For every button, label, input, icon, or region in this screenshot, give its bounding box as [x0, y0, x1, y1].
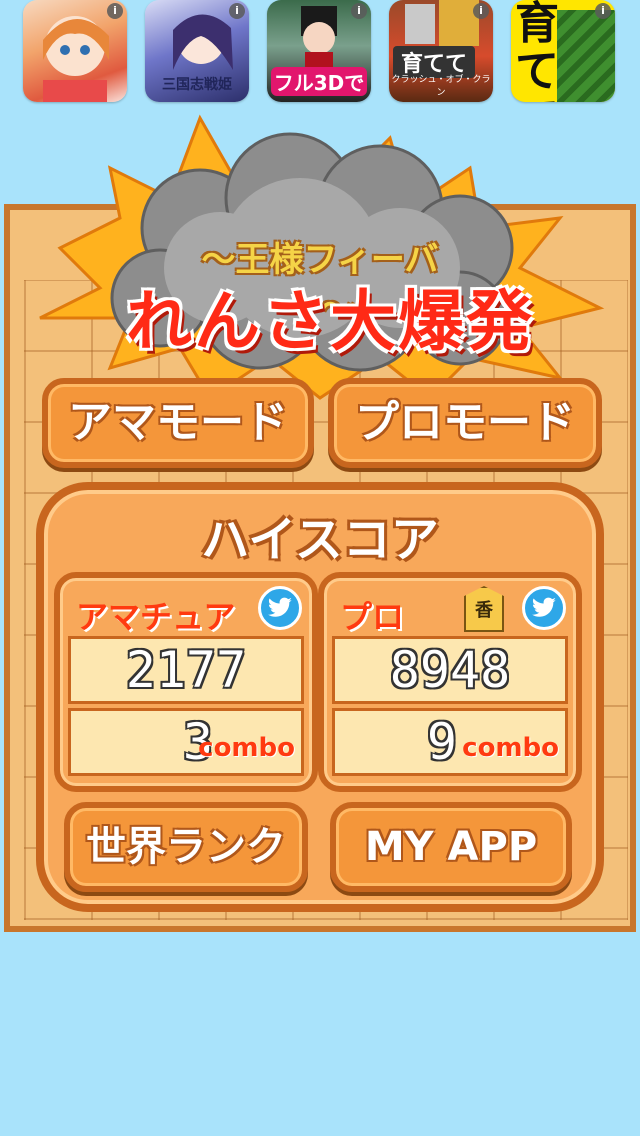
amateur-score: 2177: [125, 641, 247, 699]
field-illustration: [557, 10, 615, 102]
info-icon[interactable]: i: [229, 3, 245, 19]
my-app-button[interactable]: MY APP: [330, 802, 572, 892]
ad-app-icon-2[interactable]: 三国志戦姫 i: [145, 0, 249, 102]
combo-label: combo: [198, 733, 295, 763]
twitter-share-icon[interactable]: [258, 586, 302, 630]
ad-label-3: フル3Dで: [271, 67, 367, 96]
game-title: れんさ大爆発: [126, 282, 534, 360]
info-icon[interactable]: i: [351, 3, 367, 19]
amateur-score-card: アマチュア 2177 3 combo: [54, 572, 318, 792]
world-rank-button[interactable]: 世界ランク: [64, 802, 308, 892]
pro-label: プロ: [340, 598, 405, 636]
amateur-combo-cell: 3 combo: [68, 708, 304, 776]
ad-sublabel-4: クラッシュ・オブ・クラン: [391, 75, 491, 98]
combo-label: combo: [462, 733, 559, 763]
ad-banner: i 三国志戦姫 i フル3Dで i 育てて クラッシュ・オブ・クラン i 育てて…: [0, 0, 640, 112]
pro-mode-button[interactable]: プロモード: [328, 378, 602, 468]
shogi-piece-icon: 香: [464, 586, 504, 632]
ad-app-icon-1[interactable]: i: [23, 0, 127, 102]
pro-score: 8948: [389, 641, 511, 699]
ad-app-icon-3[interactable]: フル3Dで i: [267, 0, 371, 102]
ad-app-icon-4[interactable]: 育てて クラッシュ・オブ・クラン i: [389, 0, 493, 102]
highscore-title: ハイスコア: [201, 512, 439, 568]
info-icon[interactable]: i: [473, 3, 489, 19]
pro-score-card: プロ 香 8948 9 combo: [318, 572, 582, 792]
amateur-mode-button[interactable]: アマモード: [42, 378, 314, 468]
amateur-score-cell: 2177: [68, 636, 304, 704]
twitter-share-icon[interactable]: [522, 586, 566, 630]
twitter-bird-icon: [531, 597, 556, 617]
info-icon[interactable]: i: [595, 3, 611, 19]
pro-combo: 9: [426, 713, 457, 771]
twitter-bird-icon: [267, 597, 292, 617]
ad-label-5: 育てて: [515, 0, 559, 102]
info-icon[interactable]: i: [107, 3, 123, 19]
ad-label-2: 三国志戦姫: [162, 77, 232, 93]
pro-combo-cell: 9 combo: [332, 708, 568, 776]
ad-app-icon-5[interactable]: 育てて i: [511, 0, 615, 102]
pro-score-cell: 8948: [332, 636, 568, 704]
amateur-label: アマチュア: [76, 598, 236, 636]
